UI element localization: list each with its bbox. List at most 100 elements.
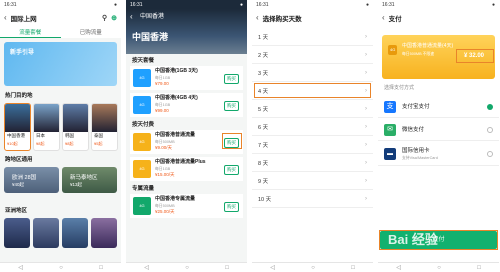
nav-back-icon[interactable]: ◁ — [396, 264, 401, 271]
nav-back-icon[interactable]: ◁ — [144, 264, 149, 271]
pay-credit-card[interactable]: ▬ 国际信用卡 支持Visa/MasterCard — [378, 142, 499, 166]
destination-price: ¥8起 — [36, 141, 45, 146]
day-option[interactable]: 8 天 › — [252, 155, 373, 172]
method-name: 支付宝支付 — [402, 104, 430, 110]
package-name: 中国香港(4GB 4天) — [155, 95, 198, 101]
phone-hongkong: 16:31 ● ‹ 中国香港 中国香港 按天套餐 4G 中国香港(1GB 3天) 每日… — [126, 0, 247, 272]
method-name: 国际信用卡 — [402, 148, 430, 154]
day-option[interactable]: 7 天 › — [252, 137, 373, 154]
back-icon[interactable]: ‹ — [256, 13, 259, 22]
sim-4g-icon: 4G — [133, 197, 151, 215]
day-option[interactable]: 3 天 › — [252, 65, 373, 82]
section-pay-methods: 选择支付方式 — [384, 85, 415, 91]
package-item[interactable]: 4G 中国香港普通流量 每日500MB ¥9.00/天 购买 — [130, 130, 243, 154]
nav-recent-icon[interactable]: □ — [99, 265, 103, 271]
nav-back-icon[interactable]: ◁ — [18, 264, 23, 271]
destination-card[interactable]: 泰国 ¥5起 — [91, 103, 118, 151]
title-bar: ‹ 选择购买天数 — [252, 9, 373, 26]
title-bar: ‹ 支付 — [378, 9, 499, 26]
asia-card[interactable] — [33, 218, 59, 248]
multi-card-sea[interactable]: 新马泰地区 ¥13起 — [62, 167, 117, 193]
chevron-right-icon: › — [365, 70, 367, 76]
nav-home-icon[interactable]: ○ — [437, 265, 441, 271]
day-option[interactable]: 10 天 › — [252, 191, 373, 208]
section-asia: 亚洲地区 — [5, 208, 28, 214]
destination-card[interactable]: 韩国 ¥8起 — [62, 103, 89, 151]
buy-button[interactable]: 购买 — [224, 202, 239, 212]
search-icon[interactable]: ⚲ — [102, 14, 107, 22]
nav-recent-icon[interactable]: □ — [477, 265, 481, 271]
day-label: 7 天 — [258, 143, 269, 149]
radio-icon[interactable] — [487, 127, 493, 133]
back-icon[interactable]: ‹ — [382, 13, 385, 22]
order-sub: 每日500MB 不限速 — [402, 52, 435, 56]
destination-image — [63, 104, 88, 132]
nav-home-icon[interactable]: ○ — [59, 265, 63, 271]
title-bar: ‹ 国际上网 ⚲ ⊕ — [0, 9, 121, 26]
multi-name: 欧洲 28国 — [12, 175, 37, 181]
section-multi: 跨地区通用 — [5, 157, 33, 163]
sim-icon: 4G — [388, 45, 398, 56]
tab-packages[interactable]: 流量套餐 — [0, 26, 61, 38]
buy-button[interactable]: 购买 — [224, 101, 239, 111]
radio-selected-icon[interactable] — [487, 104, 493, 110]
package-item[interactable]: 4G 中国香港(4GB 4天) 每日1GB ¥99.00 购买 — [130, 93, 243, 117]
package-price: ¥99.00 — [155, 108, 169, 113]
destination-name: 中国香港 — [7, 133, 25, 138]
day-label: 8 天 — [258, 161, 269, 167]
package-price: ¥25.00/天 — [155, 209, 175, 214]
nav-recent-icon[interactable]: □ — [225, 265, 229, 271]
guide-banner[interactable]: 新手引导 — [4, 42, 117, 86]
multi-price: ¥13起 — [70, 182, 83, 187]
chevron-right-icon: › — [365, 124, 367, 130]
section-exclusive: 专属流量 — [132, 186, 155, 192]
phone-select-days: 16:31 ● ‹ 选择购买天数 1 天 › 2 天 › 3 天 › 4 天 › 5 天 › 6 天 › 7… — [252, 0, 373, 272]
wechat-icon: ✉ — [384, 124, 396, 136]
nav-home-icon[interactable]: ○ — [185, 265, 189, 271]
package-item[interactable]: 4G 中国香港普通流量Plus 每日1GB ¥15.00/天 购买 — [130, 157, 243, 181]
status-bar: 16:31 ● — [378, 0, 499, 9]
pay-wechat[interactable]: ✉ 微信支付 — [378, 119, 499, 141]
package-item[interactable]: 4G 中国香港专属流量 每日500MB ¥25.00/天 购买 — [130, 194, 243, 218]
pay-alipay[interactable]: 支 支付宝支付 — [378, 96, 499, 118]
back-icon[interactable]: ‹ — [4, 13, 7, 22]
day-option[interactable]: 9 天 › — [252, 173, 373, 190]
day-option[interactable]: 2 天 › — [252, 47, 373, 64]
page-title: 选择购买天数 — [262, 15, 302, 23]
package-name: 中国香港普通流量Plus — [155, 159, 206, 165]
back-icon[interactable]: ‹ — [130, 12, 133, 21]
package-item[interactable]: 4G 中国香港(1GB 3天) 每日1GB ¥79.00 购买 — [130, 66, 243, 90]
chevron-right-icon: › — [365, 52, 367, 58]
destination-card[interactable]: 日本 ¥8起 — [33, 103, 60, 151]
status-time: 16:31 — [4, 1, 17, 8]
day-option[interactable]: 1 天 › — [252, 29, 373, 46]
nav-recent-icon[interactable]: □ — [351, 265, 355, 271]
nav-back-icon[interactable]: ◁ — [270, 264, 275, 271]
chevron-right-icon: › — [365, 196, 367, 202]
destination-image — [92, 104, 117, 132]
buy-button[interactable]: 购买 — [224, 74, 239, 84]
system-nav: ◁ ○ □ — [252, 262, 373, 272]
asia-card[interactable] — [4, 218, 30, 248]
day-option[interactable]: 6 天 › — [252, 119, 373, 136]
multi-card-europe[interactable]: 欧洲 28国 ¥40起 — [4, 167, 59, 193]
destination-price: ¥5起 — [94, 141, 103, 146]
phone-global-internet: 16:31 ● ‹ 国际上网 ⚲ ⊕ 流量套餐 已购流量 新手引导 热门目的地 中国… — [0, 0, 121, 272]
tab-purchased[interactable]: 已购流量 — [61, 26, 122, 38]
day-label: 5 天 — [258, 107, 269, 113]
package-name: 中国香港普通流量 — [155, 132, 196, 138]
nav-home-icon[interactable]: ○ — [311, 265, 315, 271]
buy-button[interactable]: 购买 — [224, 165, 239, 175]
hero-banner: ‹ 中国香港 中国香港 — [126, 9, 247, 54]
destination-card[interactable]: 中国香港 ¥10起 — [4, 103, 31, 151]
day-option[interactable]: 5 天 › — [252, 101, 373, 118]
radio-icon[interactable] — [487, 151, 493, 157]
settings-icon[interactable]: ⊕ — [111, 14, 117, 22]
status-bar: 16:31 ● — [126, 0, 247, 9]
method-name: 微信支付 — [402, 127, 425, 133]
sim-4g-icon: 4G — [133, 133, 151, 151]
section-pay-per-day: 按天付费 — [132, 122, 155, 128]
package-sub: 每日500MB — [155, 204, 175, 208]
asia-card[interactable] — [62, 218, 88, 248]
asia-card[interactable] — [91, 218, 117, 248]
